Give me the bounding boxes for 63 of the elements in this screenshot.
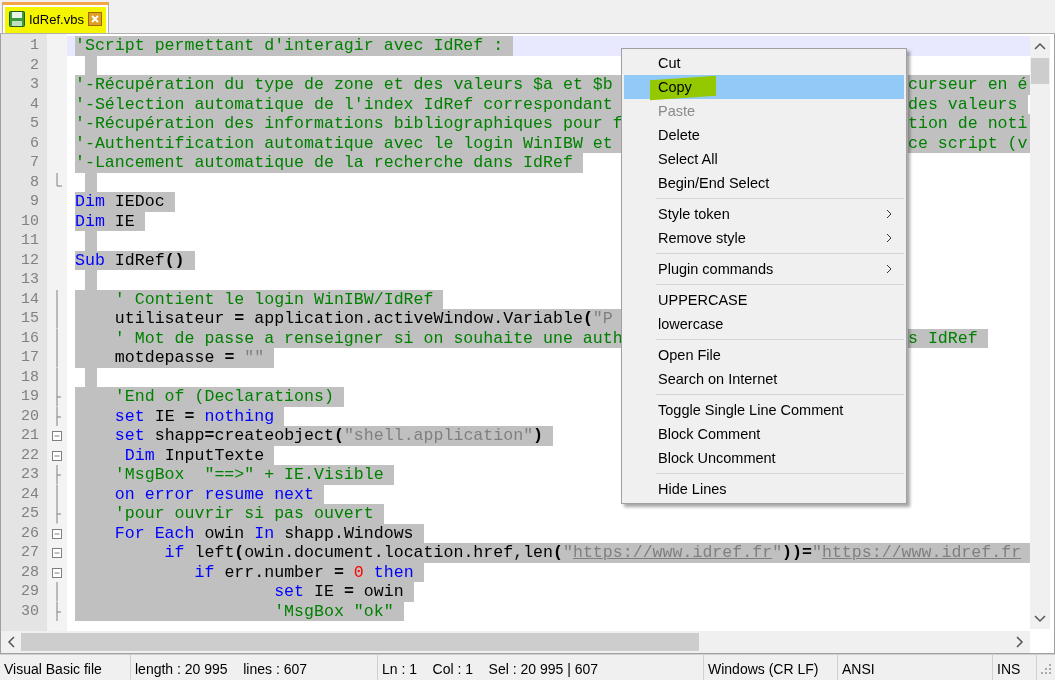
scroll-thumb[interactable] bbox=[1031, 58, 1049, 84]
menu-item[interactable]: UPPERCASE bbox=[624, 288, 904, 312]
line-number: 25 bbox=[20, 504, 40, 524]
line-number: 2 bbox=[29, 55, 40, 75]
status-field: ANSI bbox=[838, 655, 993, 680]
status-field: length : 20 995 lines : 607 bbox=[131, 655, 378, 680]
menu-item[interactable]: Plugin commands bbox=[624, 257, 904, 281]
line-number: 10 bbox=[20, 211, 40, 231]
scroll-left-icon[interactable] bbox=[7, 636, 15, 648]
line-number: 1 bbox=[29, 36, 40, 56]
line-number: 20 bbox=[20, 406, 40, 426]
menu-item[interactable]: Cut bbox=[624, 51, 904, 75]
resize-grip-icon[interactable] bbox=[1041, 663, 1051, 674]
line-number: 26 bbox=[20, 523, 40, 543]
line-number: 5 bbox=[29, 114, 40, 134]
file-tab[interactable]: IdRef.vbs bbox=[2, 2, 109, 33]
vertical-scrollbar[interactable] bbox=[1030, 36, 1050, 629]
menu-item[interactable]: Select All bbox=[624, 147, 904, 171]
horizontal-scrollbar[interactable] bbox=[1, 631, 1030, 653]
scroll-thumb[interactable] bbox=[21, 633, 699, 651]
menu-item[interactable]: lowercase bbox=[624, 312, 904, 336]
line-number: 17 bbox=[20, 348, 40, 368]
line-number: 29 bbox=[20, 582, 40, 602]
line-number: 15 bbox=[20, 309, 40, 329]
menu-item[interactable]: Style token bbox=[624, 202, 904, 226]
line-number: 23 bbox=[20, 465, 40, 485]
status-field: Windows (CR LF) bbox=[704, 655, 838, 680]
line-number: 30 bbox=[20, 601, 40, 621]
line-number: 4 bbox=[29, 94, 40, 114]
menu-item[interactable]: Delete bbox=[624, 123, 904, 147]
line-number: 22 bbox=[20, 445, 40, 465]
line-number: 7 bbox=[29, 153, 40, 173]
menu-item[interactable]: Search on Internet bbox=[624, 367, 904, 391]
line-number: 28 bbox=[20, 562, 40, 582]
menu-item[interactable]: Copy bbox=[624, 75, 904, 99]
menu-item[interactable]: Open File bbox=[624, 343, 904, 367]
line-number: 3 bbox=[29, 75, 40, 95]
status-field: Ln : 1 Col : 1 Sel : 20 995 | 607 bbox=[378, 655, 704, 680]
menu-item[interactable]: Begin/End Select bbox=[624, 171, 904, 195]
scroll-right-icon[interactable] bbox=[1016, 636, 1024, 648]
line-number: 6 bbox=[29, 133, 40, 153]
menu-item[interactable]: Block Uncomment bbox=[624, 446, 904, 470]
line-number: 9 bbox=[29, 192, 40, 212]
line-number: 8 bbox=[29, 172, 40, 192]
status-field: Visual Basic file bbox=[0, 655, 131, 680]
line-number: 16 bbox=[20, 328, 40, 348]
menu-item[interactable]: Hide Lines bbox=[624, 477, 904, 501]
line-number: 21 bbox=[20, 426, 40, 446]
line-number: 18 bbox=[20, 367, 40, 387]
line-number: 24 bbox=[20, 484, 40, 504]
scroll-down-icon[interactable] bbox=[1034, 615, 1046, 623]
close-icon[interactable] bbox=[87, 12, 102, 26]
menu-item[interactable]: Block Comment bbox=[624, 422, 904, 446]
line-number: 13 bbox=[20, 270, 40, 290]
line-number: 12 bbox=[20, 250, 40, 270]
line-number: 11 bbox=[20, 231, 40, 251]
line-number: 19 bbox=[20, 387, 40, 407]
line-number: 14 bbox=[20, 289, 40, 309]
menu-item[interactable]: Remove style bbox=[624, 226, 904, 250]
status-field: INS bbox=[993, 655, 1037, 680]
menu-item[interactable]: Toggle Single Line Comment bbox=[624, 398, 904, 422]
scroll-up-icon[interactable] bbox=[1034, 42, 1046, 50]
line-number: 27 bbox=[20, 543, 40, 563]
